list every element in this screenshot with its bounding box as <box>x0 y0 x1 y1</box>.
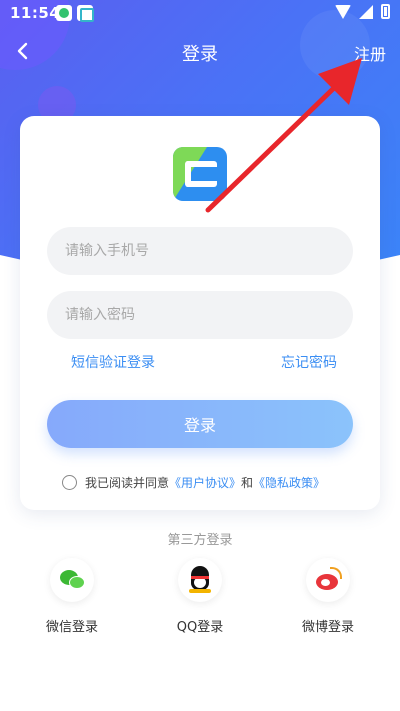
weibo-icon <box>306 558 350 602</box>
wechat-icon <box>50 558 94 602</box>
third-party-title: 第三方登录 <box>167 533 233 548</box>
agreement-joiner: 和 <box>241 475 254 490</box>
signal-icon <box>359 4 373 19</box>
agreement-checkbox[interactable] <box>62 474 77 490</box>
logo-letter <box>185 161 217 187</box>
privacy-policy-link[interactable]: 《隐私政策》 <box>253 474 325 491</box>
weibo-login-button[interactable]: 微博登录 <box>283 558 373 635</box>
app-notification-icon <box>77 5 94 22</box>
status-indicators <box>335 4 390 19</box>
wifi-icon <box>335 4 351 19</box>
register-button[interactable]: 注册 <box>354 41 386 65</box>
login-card: 短信验证登录 忘记密码 登录 我已阅读并同意 《用户协议》 和 《隐私政策》 <box>20 116 380 510</box>
status-bar: 11:54 <box>0 0 400 26</box>
page-title: 登录 <box>182 44 218 65</box>
qq-icon <box>178 558 222 602</box>
password-input[interactable] <box>47 291 353 339</box>
agreement-text: 我已阅读并同意 <box>85 475 170 490</box>
app-notification-icon <box>56 5 72 21</box>
phone-input[interactable] <box>47 227 353 275</box>
wechat-login-label: 微信登录 <box>45 620 98 635</box>
user-agreement-link[interactable]: 《用户协议》 <box>169 474 241 491</box>
login-button[interactable]: 登录 <box>47 400 353 448</box>
battery-icon <box>381 4 390 19</box>
app-logo <box>173 147 227 201</box>
sms-login-link[interactable]: 短信验证登录 <box>71 352 155 372</box>
wechat-login-button[interactable]: 微信登录 <box>27 558 117 635</box>
nav-bar: 登录 注册 <box>0 28 400 76</box>
agreement-row: 我已阅读并同意 《用户协议》 和 《隐私政策》 <box>62 472 325 492</box>
forgot-password-link[interactable]: 忘记密码 <box>281 352 337 372</box>
qq-login-label: QQ登录 <box>176 620 224 635</box>
qq-login-button[interactable]: QQ登录 <box>155 558 245 635</box>
weibo-login-label: 微博登录 <box>301 620 354 635</box>
status-time: 11:54 <box>10 4 61 22</box>
